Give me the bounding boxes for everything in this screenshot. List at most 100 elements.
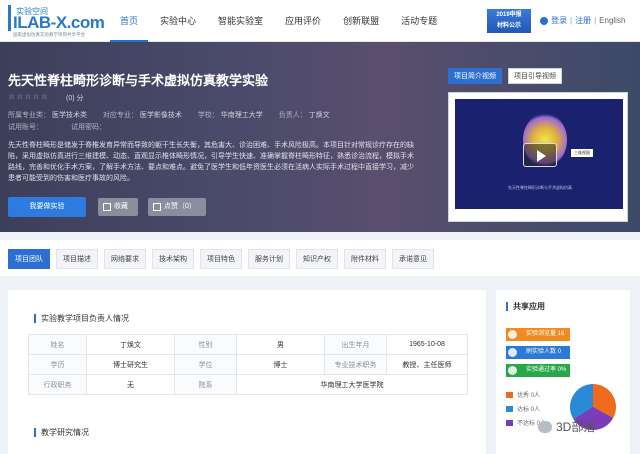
bookmark-icon <box>103 203 111 211</box>
section-research-title: 教学研究情况 <box>34 428 89 437</box>
table-cell: 华南理工大学医学院 <box>236 374 468 395</box>
tab-features[interactable]: 项目特色 <box>200 249 242 269</box>
register-link[interactable]: 注册 <box>575 15 591 26</box>
check-icon <box>508 366 517 375</box>
main-nav: 首页 实验中心 智能实验室 应用评价 创新联盟 活动专题 <box>110 0 449 42</box>
user-icon <box>508 348 517 357</box>
promo-line1: 2019申报 <box>496 12 522 18</box>
school-label: 学校： <box>197 112 219 119</box>
section-leader-title: 实验教学项目负责人情况 <box>34 314 129 323</box>
table-cell: 男 <box>236 334 325 355</box>
project-title: 先天性脊柱畸形诊断与手术虚拟仿真教学实验 <box>8 73 269 88</box>
pass-rate-bar: 实验通过率 0% <box>506 364 570 377</box>
trial-account-label: 试用账号： <box>8 124 43 131</box>
table-cell: 无 <box>86 374 175 395</box>
promo-line2: 材料公示 <box>496 23 521 29</box>
table-cell: 1965-10-08 <box>386 334 468 355</box>
nav-alliance[interactable]: 创新联盟 <box>333 0 389 42</box>
team-panel: 实验教学项目负责人情况 姓名 丁焕文 性别 男 出生年月 1965-10-08 … <box>8 290 486 454</box>
eye-icon <box>508 330 517 339</box>
table-cell: 教授、主任医师 <box>386 354 468 375</box>
tab-attachments[interactable]: 附件材料 <box>344 249 386 269</box>
views-bar: 实验浏览量 16 <box>506 328 570 341</box>
detail-tabs-bar: 项目团队 项目描述 网络要求 技术架构 项目特色 服务计划 知识产权 附件材料 … <box>0 240 640 276</box>
course-value: 医学影像技术 <box>139 112 182 119</box>
participants-label: 刷实验人数 0 <box>526 349 562 355</box>
share-title: 共享应用 <box>506 302 545 311</box>
nav-home[interactable]: 首页 <box>110 0 149 42</box>
views-label: 实验浏览量 16 <box>526 331 565 337</box>
legend-label: 达标 0人 <box>517 407 541 413</box>
favorite-button[interactable]: 收藏 <box>98 198 138 216</box>
site-logo[interactable]: 实验空间 ILAB-X.com 国家虚拟仿真实验教学项目共享平台 <box>8 5 108 37</box>
legend-swatch <box>506 405 513 412</box>
table-cell: 姓名 <box>28 334 87 355</box>
table-cell: 出生年月 <box>324 334 387 355</box>
table-cell: 学历 <box>28 354 87 375</box>
tab-description[interactable]: 项目描述 <box>56 249 98 269</box>
tab-network[interactable]: 网络要求 <box>104 249 146 269</box>
tab-ip[interactable]: 知识产权 <box>296 249 338 269</box>
table-cell: 丁焕文 <box>86 334 175 355</box>
play-icon[interactable] <box>523 143 557 167</box>
watermark-text: 3D部落 <box>556 420 596 434</box>
nav-evaluation[interactable]: 应用评价 <box>275 0 331 42</box>
auth-separator-2: | <box>594 16 597 25</box>
tab-service-plan[interactable]: 服务计划 <box>248 249 290 269</box>
legend-pass: 达标 0人 <box>506 404 540 413</box>
major-label: 所属专业类： <box>8 112 50 119</box>
top-header: 实验空间 ILAB-X.com 国家虚拟仿真实验教学项目共享平台 首页 实验中心… <box>0 0 640 42</box>
pass-rate-label: 实验通过率 0% <box>526 367 567 373</box>
meta-row-1: 所属专业类： 医学技术类 对应专业： 医学影像技术 学校： 华南理工大学 负责人… <box>8 110 330 120</box>
logo-mark <box>8 5 11 31</box>
nav-experiment-center[interactable]: 实验中心 <box>150 0 206 42</box>
course-label: 对应专业： <box>102 112 138 119</box>
wechat-icon <box>538 420 552 433</box>
table-cell: 专业技术职务 <box>324 354 387 375</box>
video-tabs: 项目简介视频 项目引导视频 <box>448 68 562 84</box>
project-description: 先天性脊柱畸形是储发于脊椎发育异常而导致的躯干生长失衡，其危害大、诊治困难、手术… <box>8 142 414 182</box>
project-hero: 先天性脊柱畸形诊断与手术虚拟仿真教学实验 ☆☆☆☆☆ (0) 分 所属专业类： … <box>0 42 640 232</box>
tab-commitment[interactable]: 承诺意见 <box>392 249 434 269</box>
logo-en: ILAB-X.com <box>13 13 105 32</box>
tab-architecture[interactable]: 技术架构 <box>152 249 194 269</box>
table-cell: 行政职务 <box>28 374 87 395</box>
rating-score: (0) 分 <box>66 95 84 102</box>
nav-smart-lab[interactable]: 智能实验室 <box>208 0 273 42</box>
tab-intro-video[interactable]: 项目简介视频 <box>448 68 502 84</box>
legend-label: 优秀 0人 <box>517 393 541 399</box>
table-cell: 博士 <box>236 354 325 375</box>
legend-excellent: 优秀 0人 <box>506 390 540 399</box>
participants-bar: 刷实验人数 0 <box>506 346 570 359</box>
thumbs-up-icon <box>153 203 161 211</box>
tab-guide-video[interactable]: 项目引导视频 <box>508 68 562 84</box>
do-experiment-button[interactable]: 我要做实验 <box>8 197 86 217</box>
tab-team[interactable]: 项目团队 <box>8 249 50 269</box>
video-caption: 先天性脊柱畸形诊断与手术虚拟仿真 <box>508 185 572 190</box>
leader-info-table: 姓名 丁焕文 性别 男 出生年月 1965-10-08 学历 博士研究生 学位 … <box>28 334 468 395</box>
meta-row-2: 试用账号： 试用密码： <box>8 122 106 132</box>
legend-swatch <box>506 419 513 426</box>
trial-password-label: 试用密码： <box>70 124 106 131</box>
login-link[interactable]: 登录 <box>551 15 567 26</box>
nav-events[interactable]: 活动专题 <box>391 0 447 42</box>
promo-badge[interactable]: 2019申报 材料公示 <box>487 9 531 33</box>
user-icon <box>540 16 548 25</box>
rating-stars[interactable]: ☆☆☆☆☆ <box>8 92 49 101</box>
table-cell: 性别 <box>174 334 237 355</box>
auth-links: 登录 | 注册 | English <box>540 15 625 26</box>
video-corner-label: 三维视图 <box>571 149 593 157</box>
language-link[interactable]: English <box>599 16 625 25</box>
table-row: 姓名 丁焕文 性别 男 出生年月 1965-10-08 <box>28 334 468 355</box>
video-screen: 三维视图 先天性脊柱畸形诊断与手术虚拟仿真 <box>455 99 623 209</box>
table-row: 行政职务 无 院系 华南理工大学医学院 <box>28 374 468 395</box>
logo-subtitle: 国家虚拟仿真实验教学项目共享平台 <box>13 32 85 37</box>
like-button[interactable]: 点赞（0） <box>148 198 206 216</box>
leader-value: 丁焕文 <box>308 112 330 119</box>
like-label: 点赞（0） <box>164 203 196 210</box>
table-cell: 博士研究生 <box>86 354 175 375</box>
video-player[interactable]: 三维视图 先天性脊柱畸形诊断与手术虚拟仿真 <box>448 92 628 222</box>
major-value: 医学技术类 <box>51 112 87 119</box>
favorite-label: 收藏 <box>114 203 128 210</box>
table-cell: 院系 <box>174 374 237 395</box>
